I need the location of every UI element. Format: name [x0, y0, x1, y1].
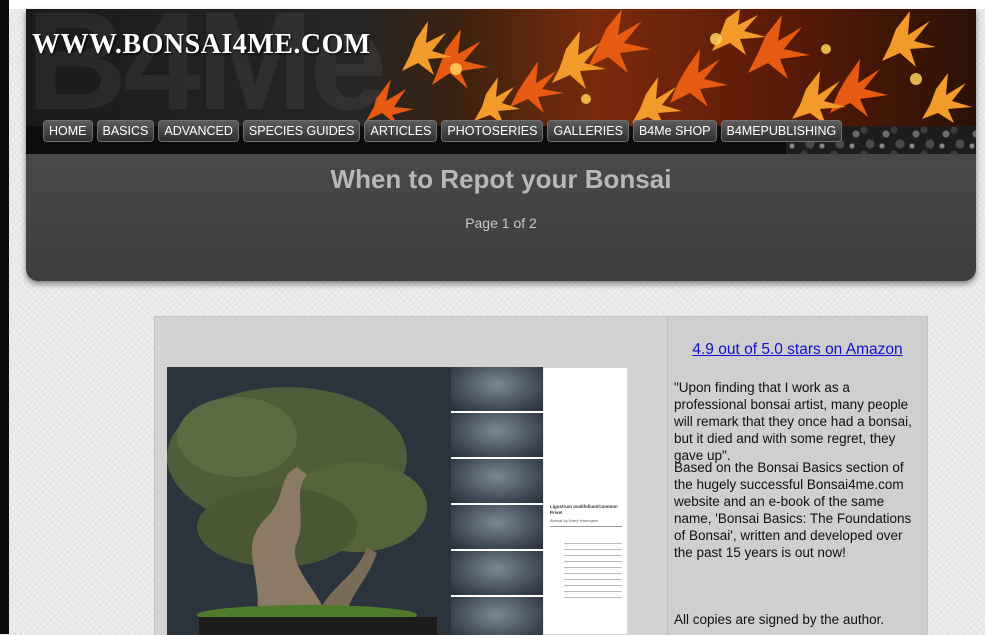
thumbnail-4: [451, 505, 543, 551]
nav-item-species-guides[interactable]: SPECIES GUIDES: [242, 120, 361, 142]
page-title: When to Repot your Bonsai: [330, 164, 672, 194]
thumbnail-2: [451, 413, 543, 459]
caption-title: Ligustrum ovalifolium/Common Privet: [550, 504, 618, 515]
signed-note: All copies are signed by the author.: [674, 612, 885, 627]
banner-watermark: B4Me: [26, 9, 387, 126]
header-banner: B4Me WWW.BONSAI4ME.COM: [26, 9, 976, 126]
site-logo-text[interactable]: WWW.BONSAI4ME.COM: [32, 29, 371, 61]
nav-item-articles[interactable]: ARTICLES: [364, 120, 438, 142]
nav-item-basics[interactable]: BASICS: [96, 120, 155, 142]
bonsai-photo: [167, 367, 451, 635]
window-border-left: [0, 0, 9, 634]
book-sidebar: 4.9 out of 5.0 stars on Amazon "Upon fin…: [667, 317, 927, 635]
caption-divider: [550, 526, 622, 527]
book-quote: "Upon finding that I work as a professio…: [674, 380, 912, 463]
content-panel: 4.9 out of 5.0 stars on Amazon "Upon fin…: [154, 316, 928, 635]
nav-item-galleries[interactable]: GALLERIES: [547, 120, 629, 142]
site-header: B4Me WWW.BONSAI4ME.COM When to Repot you…: [26, 9, 976, 281]
thumbnail-1: [451, 367, 543, 413]
thumbnail-3: [451, 459, 543, 505]
nav-item-home[interactable]: HOME: [43, 120, 93, 142]
caption-body-lines: [564, 538, 622, 598]
nav-item-publishing[interactable]: B4MEPUBLISHING: [720, 120, 843, 142]
nav-item-shop[interactable]: B4Me SHOP: [632, 120, 717, 142]
page-indicator: Page 1 of 2: [465, 215, 537, 231]
book-caption-text: Ligustrum ovalifolium/Common Privet Bons…: [543, 368, 627, 634]
thumbnail-5: [451, 551, 543, 597]
main-nav: HOME BASICS ADVANCED SPECIES GUIDES ARTI…: [43, 120, 843, 142]
window-border-top: [9, 0, 985, 9]
book-description: Based on the Bonsai Basics section of th…: [674, 460, 912, 560]
maple-leaves-image: [366, 9, 972, 126]
nav-item-advanced[interactable]: ADVANCED: [158, 120, 239, 142]
book-preview-image[interactable]: [167, 367, 543, 635]
caption-subtitle: Bonsai by Harry Harrington: [550, 518, 599, 523]
book-thumbnail-strip: [451, 367, 543, 635]
amazon-rating-link[interactable]: 4.9 out of 5.0 stars on Amazon: [668, 341, 927, 359]
thumbnail-6: [451, 597, 543, 635]
nav-item-photoseries[interactable]: PHOTOSERIES: [441, 120, 544, 142]
